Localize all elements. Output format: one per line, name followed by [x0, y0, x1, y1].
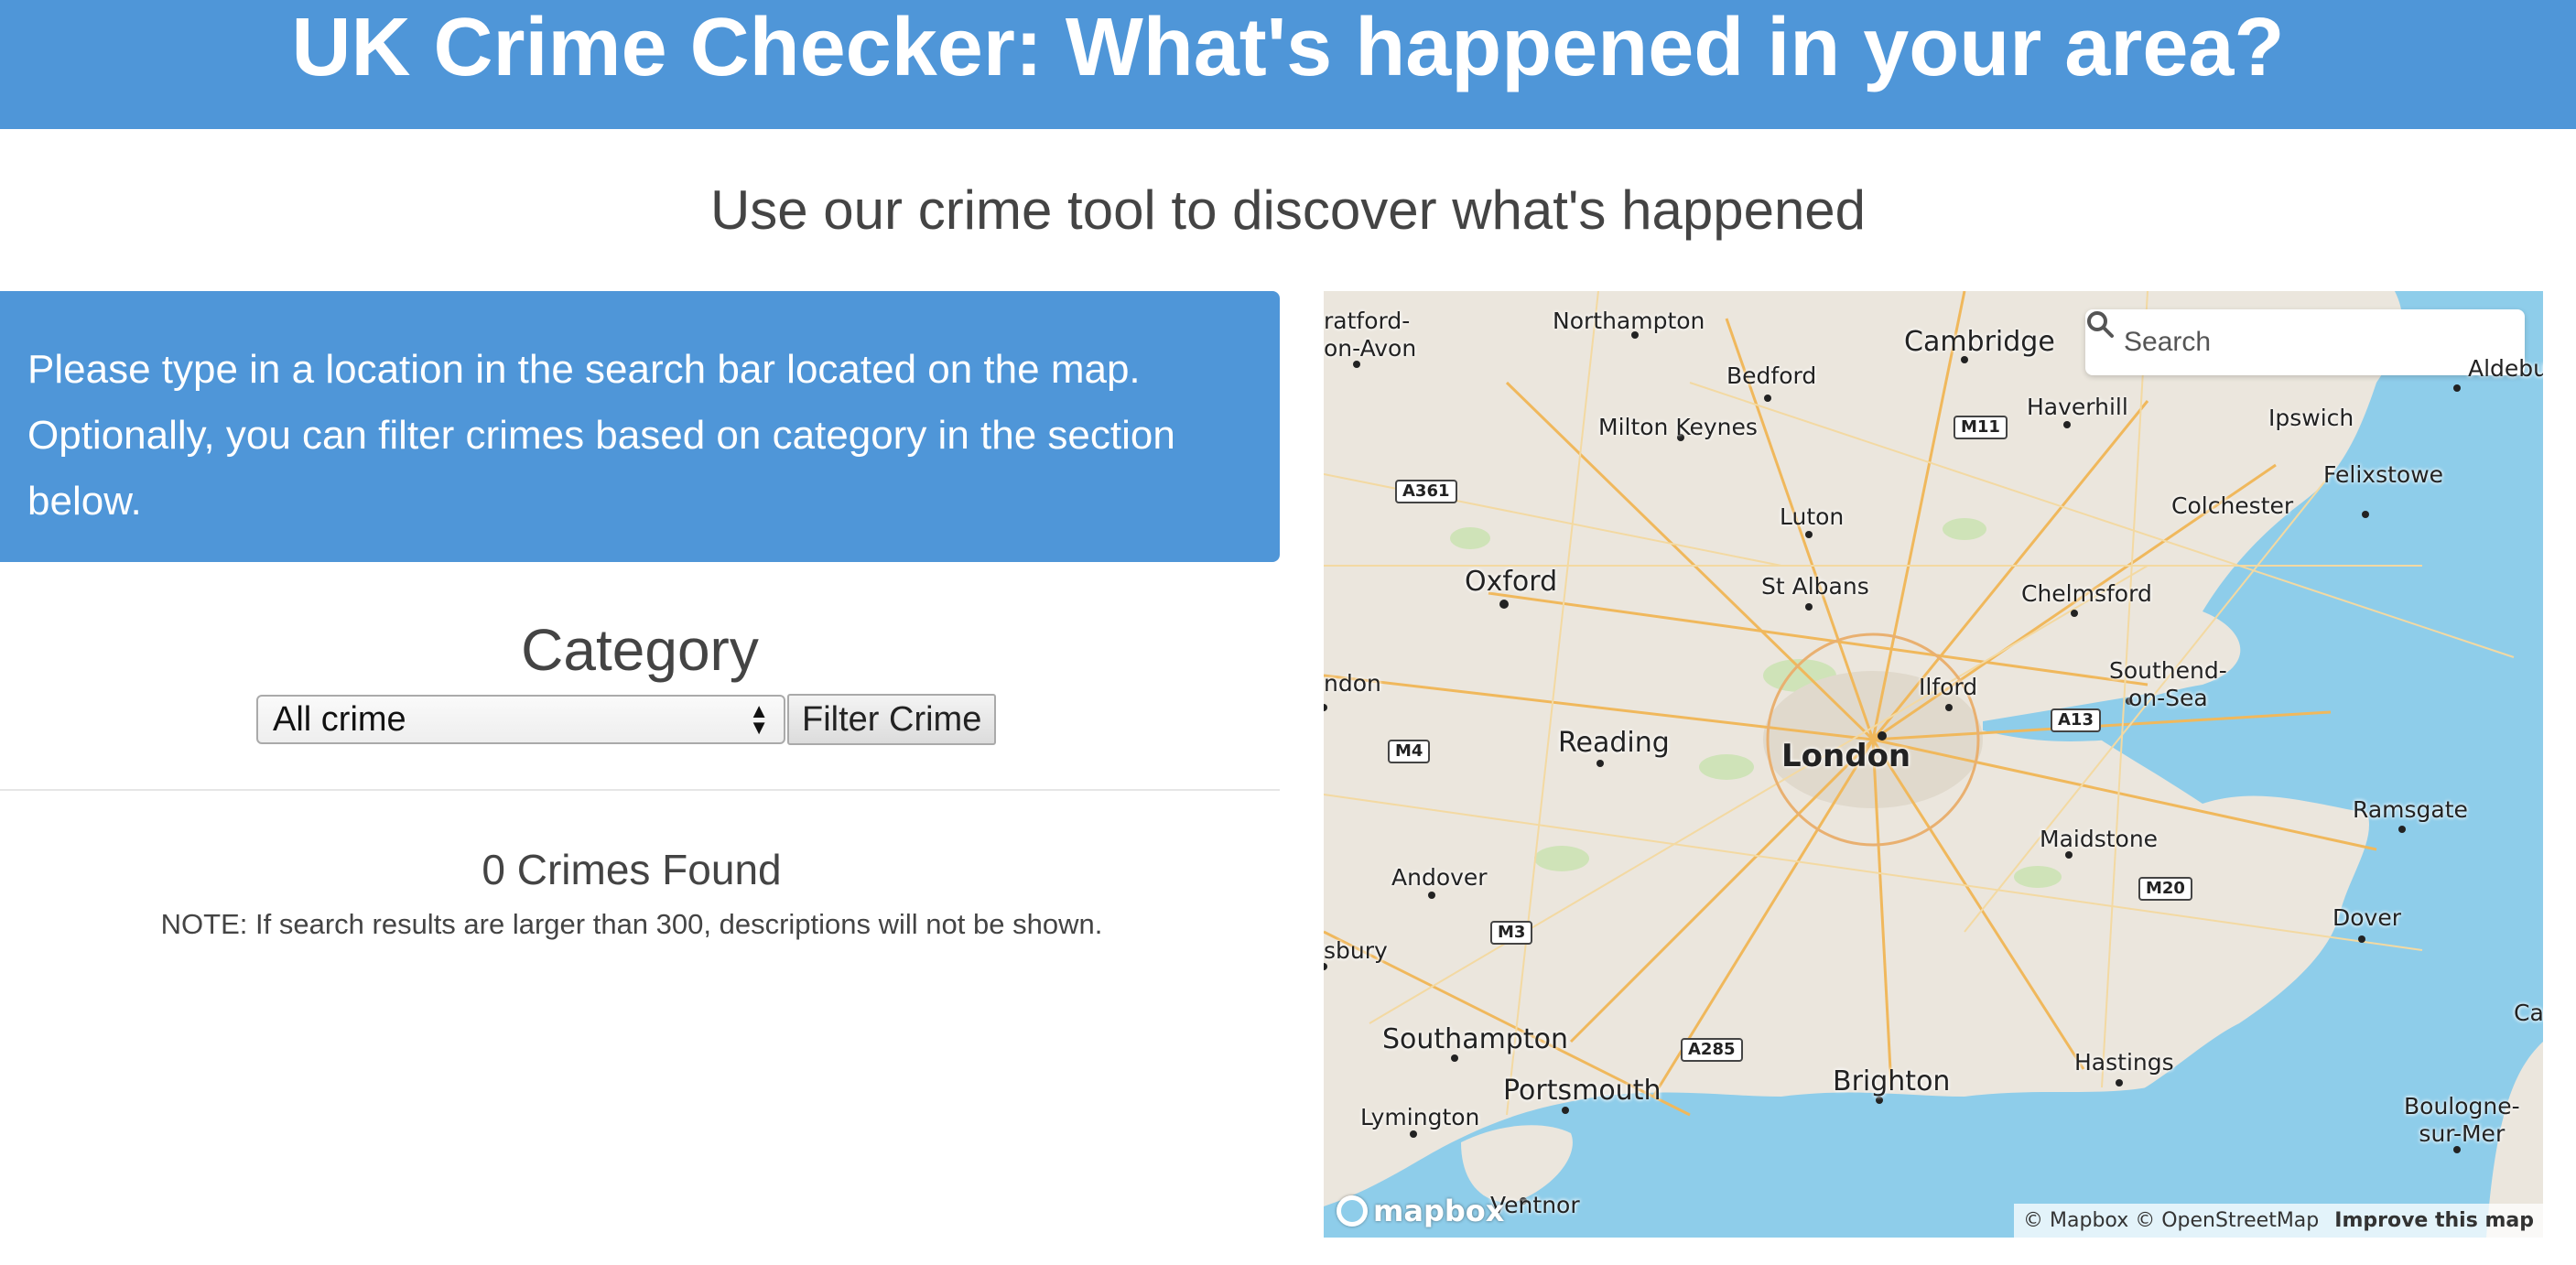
place-label: ratford- on-Avon [1324, 308, 1417, 362]
road-shield: A13 [2051, 708, 2101, 732]
place-label: Aldeburgh [2468, 355, 2543, 382]
map[interactable]: ratford- on-Avon Northampton Cambridge B… [1324, 291, 2543, 1238]
place-label: Maidstone [2040, 826, 2159, 852]
place-label: Milton Keynes [1598, 414, 1758, 440]
place-label: Cambridge [1904, 326, 2055, 358]
filter-row: All crime ▲ ▼ Filter Crime [256, 694, 997, 745]
category-select-value: All crime [273, 699, 406, 739]
place-label: Oxford [1465, 566, 1558, 598]
header-bar: UK Crime Checker: What's happened in you… [0, 0, 2576, 129]
place-label: Southampton [1382, 1023, 1568, 1055]
place-label: Southend- on-Sea [2109, 657, 2227, 711]
filter-crime-button[interactable]: Filter Crime [787, 694, 997, 745]
place-label: Felixstowe [2323, 461, 2444, 488]
road-shield: A361 [1395, 480, 1457, 503]
attribution-text[interactable]: © Mapbox © OpenStreetMap [2023, 1209, 2319, 1232]
improve-map-link[interactable]: Improve this map [2334, 1209, 2534, 1232]
place-label: Luton [1780, 503, 1845, 530]
place-label: Ilford [1919, 674, 1978, 700]
map-search-input[interactable] [2122, 326, 2473, 359]
place-label: Portsmouth [1503, 1075, 1661, 1107]
place-label: ndon [1324, 670, 1381, 697]
road-shield: M11 [1954, 416, 2008, 439]
category-heading: Category [521, 617, 759, 683]
page-subtitle: Use our crime tool to discover what's ha… [709, 179, 1867, 241]
place-label: sbury [1324, 937, 1388, 964]
place-label: Hastings [2074, 1049, 2174, 1076]
place-label: Ramsgate [2353, 796, 2468, 823]
road-shield: M20 [2138, 877, 2192, 901]
divider [0, 789, 1280, 791]
select-arrows-icon: ▲ ▼ [749, 699, 769, 739]
place-label: Bedford [1726, 362, 1817, 389]
mapbox-logo-text: mapbox [1373, 1194, 1505, 1228]
place-label: Brighton [1833, 1065, 1951, 1097]
place-label: Boulogne- sur-Mer [2404, 1093, 2520, 1147]
place-label: St Albans [1761, 573, 1869, 600]
place-label: London [1781, 738, 1911, 774]
road-shield: M4 [1388, 740, 1431, 763]
place-label: Lymington [1360, 1104, 1480, 1130]
search-icon [2087, 311, 2114, 338]
map-search-box[interactable] [2085, 309, 2525, 375]
place-label: Haverhill [2027, 394, 2128, 420]
place-label: Colchester [2171, 492, 2294, 519]
place-label: Reading [1558, 727, 1670, 759]
place-label: Northampton [1553, 308, 1705, 334]
road-shield: A285 [1681, 1038, 1743, 1062]
page-title: UK Crime Checker: What's happened in you… [291, 2, 2285, 93]
results-note: NOTE: If search results are larger than … [160, 908, 1103, 940]
place-label: Dover [2332, 904, 2401, 931]
mapbox-logo[interactable]: mapbox [1337, 1194, 1504, 1228]
place-label: Ipswich [2268, 405, 2354, 431]
place-label: Andover [1391, 864, 1488, 891]
mapbox-logo-icon [1337, 1195, 1368, 1227]
crimes-found-count: 0 Crimes Found [482, 846, 782, 893]
place-label: Ca [2514, 1000, 2543, 1026]
info-text: Please type in a location in the search … [27, 347, 1175, 524]
category-select[interactable]: All crime ▲ ▼ [256, 695, 785, 744]
place-label: Chelmsford [2021, 580, 2152, 607]
road-shield: M3 [1490, 921, 1533, 945]
info-panel: Please type in a location in the search … [0, 291, 1280, 562]
map-attribution: © Mapbox © OpenStreetMap Improve this ma… [2014, 1204, 2543, 1238]
